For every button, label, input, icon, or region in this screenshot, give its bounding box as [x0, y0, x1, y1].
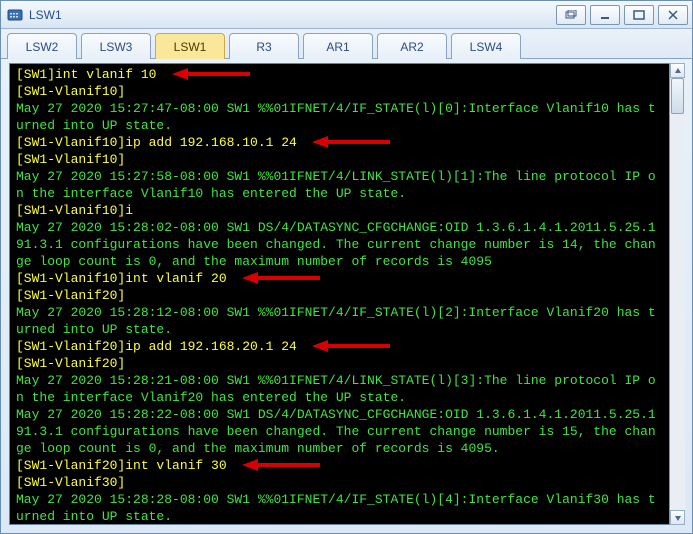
console-line: [SW1-Vlanif10]int vlanif 20 [16, 270, 681, 287]
minimize-button[interactable] [590, 5, 620, 25]
maximize-button[interactable] [624, 5, 654, 25]
annotation-arrow-icon [312, 338, 392, 354]
tab-label: AR2 [400, 40, 423, 54]
console-line: May 27 2020 15:28:28-08:00 SW1 %%01IFNET… [16, 491, 681, 525]
annotation-arrow-icon [242, 270, 322, 286]
scroll-up-button[interactable] [670, 63, 685, 78]
scrollbar-track[interactable] [670, 78, 685, 510]
console-line: [SW1-Vlanif10]ip add 192.168.10.1 24 [16, 134, 681, 151]
console-line: May 27 2020 15:28:22-08:00 SW1 DS/4/DATA… [16, 406, 681, 457]
console-line: [SW1-Vlanif10]i [16, 202, 681, 219]
console-line: May 27 2020 15:28:02-08:00 SW1 DS/4/DATA… [16, 219, 681, 270]
tab-lsw4[interactable]: LSW4 [451, 33, 521, 59]
tab-lsw1[interactable]: LSW1 [155, 33, 225, 59]
window-title: LSW1 [29, 8, 62, 22]
scrollbar-thumb[interactable] [671, 78, 684, 114]
console-line: May 27 2020 15:27:58-08:00 SW1 %%01IFNET… [16, 168, 681, 202]
tab-bar: LSW2 LSW3 LSW1 R3 AR1 AR2 LSW4 [1, 29, 692, 59]
console-line: [SW1-Vlanif20] [16, 355, 681, 372]
tab-lsw3[interactable]: LSW3 [81, 33, 151, 59]
annotation-arrow-icon [312, 134, 392, 150]
console-line: May 27 2020 15:27:47-08:00 SW1 %%01IFNET… [16, 100, 681, 134]
console-line: [SW1-Vlanif20]ip add 192.168.20.1 24 [16, 338, 681, 355]
titlebar-left: LSW1 [7, 7, 62, 23]
scroll-down-button[interactable] [670, 510, 685, 525]
tab-ar2[interactable]: AR2 [377, 33, 447, 59]
console-line: May 27 2020 15:28:21-08:00 SW1 %%01IFNET… [16, 372, 681, 406]
annotation-arrow-icon [242, 457, 322, 473]
close-button[interactable] [658, 5, 688, 25]
tab-label: LSW2 [26, 40, 59, 54]
console-line: May 27 2020 15:28:12-08:00 SW1 %%01IFNET… [16, 304, 681, 338]
console-line: [SW1]int vlanif 10 [16, 66, 681, 83]
annotation-arrow-icon [172, 66, 252, 82]
app-icon [7, 7, 23, 23]
tab-label: LSW1 [174, 40, 207, 54]
vertical-scrollbar[interactable] [669, 63, 685, 525]
console-line: [SW1-Vlanif10] [16, 83, 681, 100]
restore-button[interactable] [556, 5, 586, 25]
console-line: [SW1-Vlanif20]int vlanif 30 [16, 457, 681, 474]
console-line: [SW1-Vlanif10] [16, 151, 681, 168]
app-window: LSW1 LSW2 LSW3 LSW1 R3 AR1 AR2 LSW4 [SW1… [0, 0, 693, 534]
tab-label: R3 [256, 40, 271, 54]
tab-label: AR1 [326, 40, 349, 54]
tab-ar1[interactable]: AR1 [303, 33, 373, 59]
console-line: [SW1-Vlanif30] [16, 474, 681, 491]
console-line: [SW1-Vlanif20] [16, 287, 681, 304]
tab-r3[interactable]: R3 [229, 33, 299, 59]
tab-lsw2[interactable]: LSW2 [7, 33, 77, 59]
titlebar: LSW1 [1, 1, 692, 29]
titlebar-buttons [552, 5, 688, 25]
tab-label: LSW3 [100, 40, 133, 54]
tab-label: LSW4 [470, 40, 503, 54]
terminal-container: [SW1]int vlanif 10[SW1-Vlanif10]May 27 2… [9, 63, 684, 525]
terminal[interactable]: [SW1]int vlanif 10[SW1-Vlanif10]May 27 2… [9, 63, 684, 525]
